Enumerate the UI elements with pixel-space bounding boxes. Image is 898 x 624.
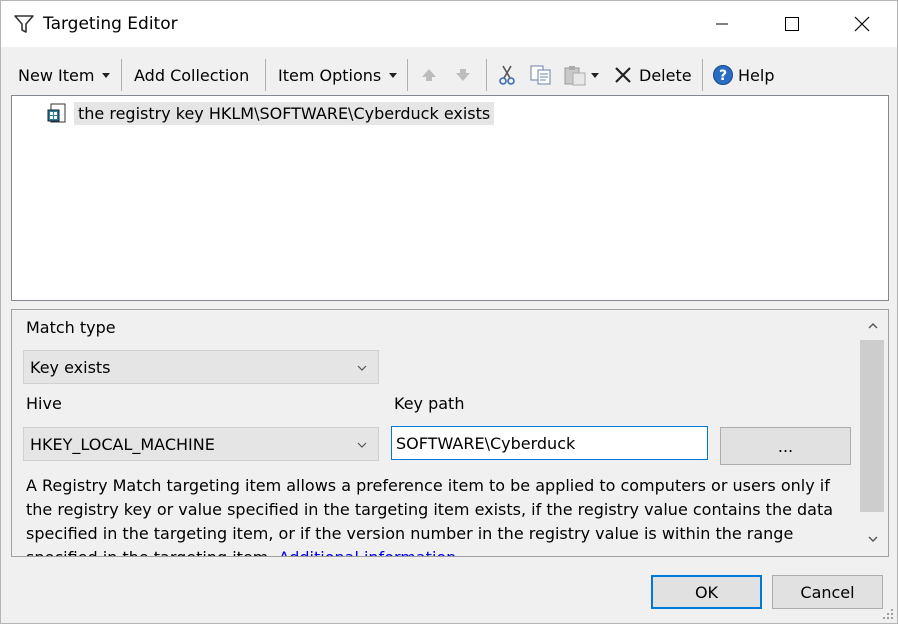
match-type-label: Match type: [26, 318, 116, 337]
delete-x-icon: [615, 67, 631, 83]
move-up-button[interactable]: [419, 63, 439, 87]
item-options-label: Item Options: [278, 65, 382, 85]
match-type-dropdown[interactable]: Key exists: [23, 350, 379, 384]
add-collection-label: Add Collection: [134, 65, 250, 85]
window-title: Targeting Editor: [43, 14, 178, 34]
copy-button[interactable]: [529, 63, 553, 87]
scroll-up-icon[interactable]: [866, 319, 880, 333]
item-options-button[interactable]: Item Options: [278, 63, 398, 87]
description-text: A Registry Match targeting item allows a…: [26, 474, 846, 556]
hive-value: HKEY_LOCAL_MACHINE: [30, 434, 215, 454]
key-path-label: Key path: [394, 394, 465, 413]
cut-button[interactable]: [497, 63, 517, 87]
hive-label: Hive: [26, 394, 62, 413]
toolbar-separator: [486, 59, 487, 91]
filter-icon: [13, 13, 35, 35]
arrow-up-icon: [422, 69, 436, 81]
minimize-button[interactable]: [687, 1, 757, 47]
copy-icon: [530, 65, 551, 85]
close-icon: [854, 16, 870, 32]
hive-dropdown[interactable]: HKEY_LOCAL_MACHINE: [23, 427, 379, 461]
maximize-button[interactable]: [757, 1, 827, 47]
scrollbar-thumb[interactable]: [860, 340, 884, 512]
arrow-down-icon: [456, 69, 470, 81]
toolbar-separator: [407, 59, 408, 91]
svg-text:?: ?: [719, 68, 727, 84]
cancel-label: Cancel: [800, 582, 855, 602]
add-collection-button[interactable]: Add Collection: [134, 63, 249, 87]
description-body: A Registry Match targeting item allows a…: [26, 476, 834, 556]
ok-button[interactable]: OK: [651, 575, 762, 609]
chevron-down-icon: [357, 442, 367, 448]
move-down-button[interactable]: [453, 63, 473, 87]
new-item-button[interactable]: New Item: [18, 63, 111, 87]
dropdown-caret-icon: [591, 72, 599, 78]
properties-scrollbar[interactable]: [858, 310, 888, 556]
scissors-icon: [499, 65, 515, 85]
browse-button[interactable]: ...: [720, 427, 851, 465]
key-path-value: SOFTWARE\Cyberduck: [396, 433, 576, 453]
help-icon: ?: [713, 65, 733, 85]
help-button[interactable]: ? Help: [712, 63, 774, 87]
delete-label: Delete: [639, 65, 692, 85]
title-bar: Targeting Editor: [1, 1, 897, 47]
targeting-editor-window: Targeting Editor New Item Add Collection…: [0, 0, 898, 624]
dropdown-caret-icon: [102, 72, 111, 78]
toolbar-separator: [121, 59, 122, 91]
toolbar-separator: [265, 59, 266, 91]
tree-item[interactable]: the registry key HKLM\SOFTWARE\Cyberduck…: [46, 100, 495, 126]
help-label: Help: [738, 65, 775, 85]
cancel-button[interactable]: Cancel: [772, 575, 883, 609]
ok-label: OK: [694, 582, 719, 602]
paste-icon: [564, 66, 586, 86]
maximize-icon: [785, 17, 799, 31]
match-type-value: Key exists: [30, 357, 111, 377]
dropdown-caret-icon: [389, 72, 398, 78]
chevron-down-icon: [357, 365, 367, 371]
properties-panel: Match type Key exists Hive Key path HKEY…: [11, 309, 889, 557]
new-item-label: New Item: [18, 65, 95, 85]
paste-button[interactable]: [563, 63, 599, 87]
delete-button[interactable]: Delete: [613, 63, 692, 87]
browse-label: ...: [777, 436, 794, 456]
close-button[interactable]: [827, 1, 897, 47]
additional-information-link[interactable]: Additional information...: [279, 548, 472, 556]
tree-item-label: the registry key HKLM\SOFTWARE\Cyberduck…: [74, 101, 495, 125]
scroll-down-icon[interactable]: [866, 532, 880, 546]
toolbar: New Item Add Collection Item Options Del…: [1, 49, 897, 97]
minimize-icon: [716, 23, 728, 25]
registry-item-icon: [47, 103, 66, 123]
properties-content: Match type Key exists Hive Key path HKEY…: [12, 310, 858, 556]
toolbar-separator: [702, 59, 703, 91]
targeting-items-tree[interactable]: the registry key HKLM\SOFTWARE\Cyberduck…: [11, 95, 889, 301]
resize-grip-icon[interactable]: [881, 607, 895, 621]
key-path-input[interactable]: SOFTWARE\Cyberduck: [391, 426, 708, 460]
